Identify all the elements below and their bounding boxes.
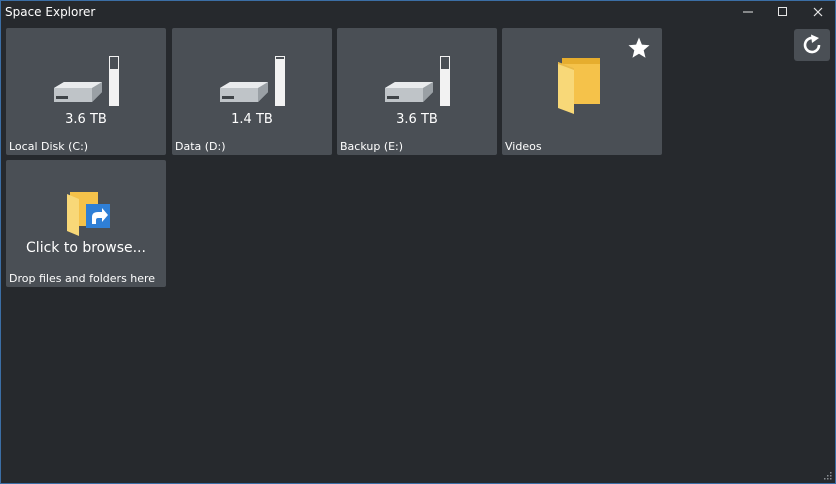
drive-size: 3.6 TB <box>396 112 438 127</box>
drop-hint-label: Drop files and folders here <box>9 272 156 285</box>
app-window: Space Explorer 3.6 TB Local Disk (C:) 1.… <box>0 0 836 484</box>
drive-size: 1.4 TB <box>231 112 273 127</box>
resize-grip-icon[interactable] <box>822 470 832 480</box>
browse-tile[interactable]: Click to browse... Drop files and folder… <box>6 160 166 287</box>
hard-drive-icon <box>385 82 433 102</box>
usage-meter-fill <box>276 58 284 105</box>
hard-drive-icon <box>54 82 102 102</box>
usage-meter <box>275 56 285 106</box>
drive-tile-d[interactable]: 1.4 TB Data (D:) <box>172 28 332 155</box>
browse-prompt: Click to browse... <box>26 240 146 256</box>
minimize-button[interactable] <box>731 1 765 23</box>
usage-meter-fill <box>441 68 449 105</box>
maximize-button[interactable] <box>766 1 800 23</box>
maximize-icon <box>778 7 787 16</box>
folder-tile-videos[interactable]: Videos <box>502 28 662 155</box>
usage-meter-fill <box>110 68 118 105</box>
drive-label: Backup (E:) <box>340 140 404 153</box>
drive-tile-c[interactable]: 3.6 TB Local Disk (C:) <box>6 28 166 155</box>
minimize-icon <box>743 11 753 13</box>
title-bar[interactable]: Space Explorer <box>1 1 835 25</box>
drive-label: Local Disk (C:) <box>9 140 89 153</box>
usage-meter <box>109 56 119 106</box>
folder-shortcut-icon <box>67 192 110 236</box>
folder-icon <box>558 58 600 114</box>
drive-label: Data (D:) <box>175 140 226 153</box>
close-icon <box>813 7 823 17</box>
refresh-button[interactable] <box>794 29 830 61</box>
drive-size: 3.6 TB <box>65 112 107 127</box>
refresh-icon <box>803 34 821 54</box>
folder-label: Videos <box>505 140 542 153</box>
usage-meter <box>440 56 450 106</box>
close-button[interactable] <box>801 1 835 23</box>
hard-drive-icon <box>220 82 268 102</box>
star-icon[interactable] <box>627 36 651 60</box>
window-title: Space Explorer <box>5 5 96 19</box>
drive-tile-e[interactable]: 3.6 TB Backup (E:) <box>337 28 497 155</box>
